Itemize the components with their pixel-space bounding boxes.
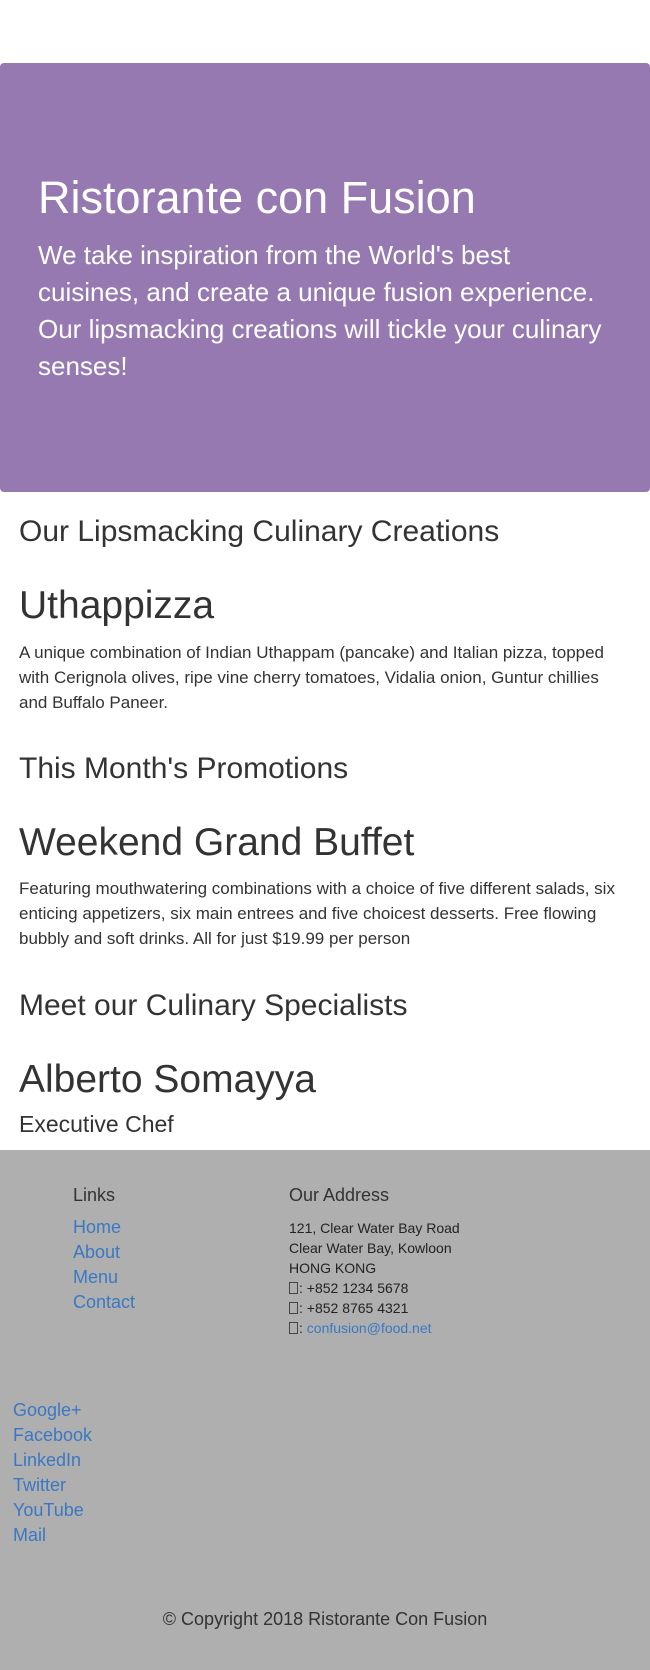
social-item: Google+ (13, 1398, 92, 1423)
promotion-name: Weekend Grand Buffet (19, 821, 415, 864)
fax-icon (289, 1302, 298, 1314)
phone-icon (289, 1282, 298, 1294)
menu-link[interactable]: Menu (73, 1267, 118, 1287)
leader-name: Alberto Somayya (19, 1058, 316, 1101)
address-line: 121, Clear Water Bay Road (289, 1220, 460, 1236)
twitter-link[interactable]: Twitter (13, 1475, 66, 1495)
contact-link[interactable]: Contact (73, 1292, 135, 1312)
leader-designation: Executive Chef (19, 1111, 174, 1137)
footer: Links Home About Menu Contact Our Addres… (0, 1150, 650, 1670)
address-line: Clear Water Bay, Kowloon (289, 1240, 452, 1256)
fax-line: : +852 8765 4321 (289, 1298, 460, 1318)
social-item: Mail (13, 1523, 92, 1548)
links-item: About (73, 1240, 135, 1265)
social-item: YouTube (13, 1498, 92, 1523)
leader-section-heading: Meet our Culinary Specialists (19, 989, 408, 1022)
links-item: Contact (73, 1290, 135, 1315)
home-link[interactable]: Home (73, 1217, 121, 1237)
social-item: Facebook (13, 1423, 92, 1448)
social-links: Google+ Facebook LinkedIn Twitter YouTub… (13, 1398, 92, 1548)
facebook-link[interactable]: Facebook (13, 1425, 92, 1445)
address-heading: Our Address (289, 1185, 390, 1205)
social-item: LinkedIn (13, 1448, 92, 1473)
footer-links: Links Home About Menu Contact (73, 1184, 135, 1315)
email-prefix: : (299, 1320, 307, 1336)
promotion-description: Featuring mouthwatering combinations wit… (19, 879, 615, 948)
phone-line: : +852 1234 5678 (289, 1278, 460, 1298)
copyright: © Copyright 2018 Ristorante Con Fusion (162, 1609, 488, 1629)
links-list: Home About Menu Contact (73, 1215, 135, 1315)
linkedin-link[interactable]: LinkedIn (13, 1450, 81, 1470)
about-link[interactable]: About (73, 1242, 120, 1262)
youtube-link[interactable]: YouTube (13, 1500, 84, 1520)
email-link[interactable]: confusion@food.net (307, 1320, 432, 1336)
envelope-icon (289, 1322, 298, 1334)
dish-name: Uthappizza (19, 584, 215, 627)
address-line: HONG KONG (289, 1260, 377, 1276)
links-item: Menu (73, 1265, 135, 1290)
dish-section-heading: Our Lipsmacking Culinary Creations (19, 515, 500, 548)
fax-number: : +852 8765 4321 (299, 1300, 409, 1316)
social-item: Twitter (13, 1473, 92, 1498)
restaurant-lead: We take inspiration from the World's bes… (38, 240, 602, 381)
email-line: : confusion@food.net (289, 1318, 460, 1338)
promotion-section-heading: This Month's Promotions (19, 752, 349, 785)
links-item: Home (73, 1215, 135, 1240)
jumbotron: Ristorante con Fusion We take inspiratio… (0, 63, 650, 492)
dish-description: A unique combination of Indian Uthappam … (19, 643, 605, 712)
address-block: 121, Clear Water Bay Road Clear Water Ba… (289, 1218, 460, 1338)
footer-address: Our Address 121, Clear Water Bay Road Cl… (289, 1184, 460, 1338)
mail-link[interactable]: Mail (13, 1525, 46, 1545)
restaurant-title: Ristorante con Fusion (38, 172, 476, 223)
links-heading: Links (73, 1185, 116, 1205)
phone-number: : +852 1234 5678 (299, 1280, 409, 1296)
google-plus-link[interactable]: Google+ (13, 1400, 82, 1420)
